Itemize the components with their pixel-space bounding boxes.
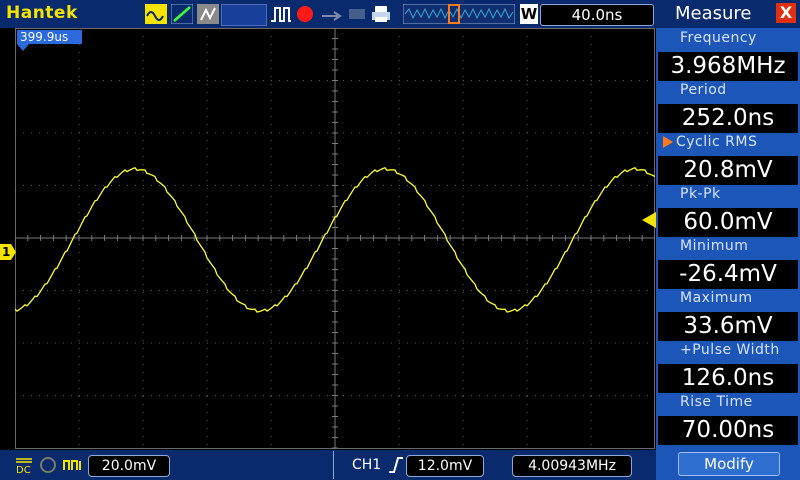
usb-icon xyxy=(322,11,342,21)
pulse-icon[interactable] xyxy=(270,4,292,24)
modify-button[interactable]: Modify xyxy=(678,452,780,476)
print-icon[interactable] xyxy=(370,4,392,24)
measure-value[interactable]: 252.0ns xyxy=(658,104,798,133)
measure-label: Pk-Pk xyxy=(680,186,721,202)
dc-coupling-icon[interactable]: DC xyxy=(14,455,34,475)
brand-logo: Hantek xyxy=(6,3,78,23)
waveform-icon[interactable] xyxy=(145,4,167,24)
status-slot xyxy=(221,4,267,26)
measure-label: Minimum xyxy=(680,238,749,254)
svg-text:DC: DC xyxy=(16,465,31,475)
bandwidth-limit-icon[interactable] xyxy=(62,455,84,475)
measure-label: Rise Time xyxy=(680,394,753,410)
trigger-source[interactable]: CH1 xyxy=(352,457,381,473)
channel-1-marker-label: 1 xyxy=(2,245,11,259)
measure-value[interactable]: 126.0ns xyxy=(658,364,798,393)
measure-value[interactable]: 60.0mV xyxy=(658,208,798,237)
measure-title: Measure xyxy=(675,3,752,24)
trigger-time-label: 399.9us xyxy=(20,30,69,44)
measure-value[interactable]: 33.6mV xyxy=(658,312,798,341)
trigger-position-icon xyxy=(17,44,29,51)
link-icon xyxy=(349,9,365,19)
trigger-level[interactable]: 12.0mV xyxy=(406,455,484,477)
window-mode-badge[interactable]: W xyxy=(520,4,538,24)
invert-icon[interactable] xyxy=(38,455,58,475)
measure-value[interactable]: -26.4mV xyxy=(658,260,798,289)
measure-label: Period xyxy=(680,82,727,98)
measure-label: Maximum xyxy=(680,290,753,306)
record-icon[interactable] xyxy=(295,4,315,24)
ch1-volts-div[interactable]: 20.0mV xyxy=(88,455,170,477)
measure-value[interactable]: 3.968MHz xyxy=(658,52,798,81)
persistence-icon[interactable] xyxy=(197,4,219,24)
measure-value[interactable]: 20.8mV xyxy=(658,156,798,185)
divider xyxy=(333,451,334,479)
close-button[interactable]: X xyxy=(776,3,796,23)
waveform-display[interactable] xyxy=(15,28,655,450)
measure-value[interactable]: 70.00ns xyxy=(658,416,798,445)
trigger-level-marker[interactable] xyxy=(642,212,656,228)
measure-label: Frequency xyxy=(680,30,757,46)
slope-icon[interactable] xyxy=(171,4,193,24)
measure-label: Cyclic RMS xyxy=(676,134,758,150)
rising-edge-icon[interactable] xyxy=(388,456,404,474)
memory-overview[interactable] xyxy=(403,4,515,24)
frequency-counter: 4.00943MHz xyxy=(512,455,632,477)
selected-arrow-icon xyxy=(663,136,673,148)
measure-label: +Pulse Width xyxy=(680,342,780,358)
timebase-readout[interactable]: 40.0ns xyxy=(540,4,654,26)
